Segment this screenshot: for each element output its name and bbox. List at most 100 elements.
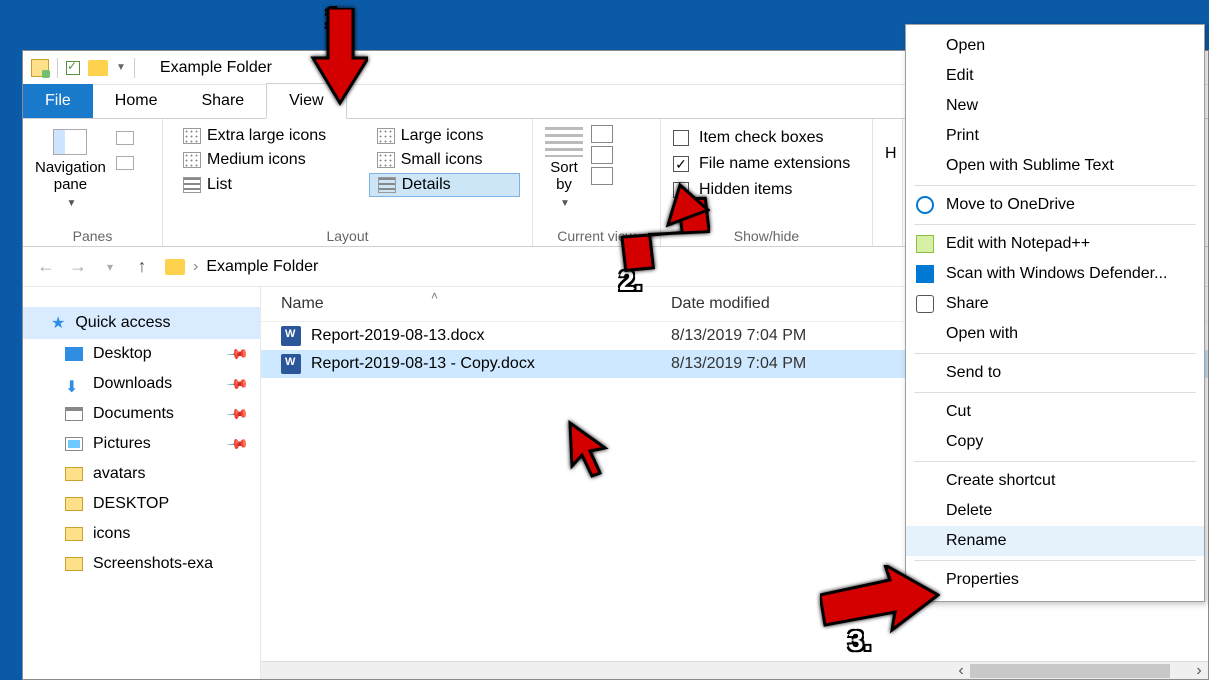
medium-icons-icon [183,152,201,168]
cloud-icon [916,196,934,214]
context-menu-item[interactable]: Move to OneDrive [906,190,1204,220]
sidebar-item[interactable]: Pictures📌 [23,429,260,459]
context-menu-item[interactable]: Open [906,31,1204,61]
context-menu-item[interactable]: Rename [906,526,1204,556]
annotation-arrow-1 [298,8,368,108]
sidebar-item[interactable]: Screenshots-exa [23,549,260,579]
np-icon [916,235,934,253]
back-button[interactable]: ← [37,258,55,276]
layout-large[interactable]: Large icons [369,125,520,147]
sidebar-item-label: avatars [93,465,145,483]
tab-file[interactable]: File [23,84,93,118]
sidebar-item-label: Downloads [93,375,172,393]
add-columns-icon[interactable] [591,146,613,164]
context-menu-item[interactable]: Share [906,289,1204,319]
tab-home[interactable]: Home [93,84,180,118]
preview-details-toggles[interactable] [116,125,134,175]
new-folder-icon[interactable] [88,60,108,76]
context-menu-item[interactable]: Open with Sublime Text [906,151,1204,181]
context-menu-separator [914,461,1196,462]
up-button[interactable]: ↑ [133,258,151,276]
share-icon [916,295,934,313]
context-menu-item[interactable]: New [906,91,1204,121]
sidebar-item[interactable]: DESKTOP [23,489,260,519]
pic-icon [65,437,83,451]
layout-list[interactable]: List [175,173,363,197]
scrollbar-thumb[interactable] [970,664,1170,678]
list-icon [183,177,201,193]
context-menu-item[interactable]: Copy [906,427,1204,457]
layout-small[interactable]: Small icons [369,149,520,171]
checkbox-item-checkboxes[interactable]: Item check boxes [673,129,860,147]
forward-button[interactable]: → [69,258,87,276]
breadcrumb[interactable]: Example Folder [206,258,318,276]
tab-share[interactable]: Share [179,84,266,118]
download-icon: ⬇ [65,377,83,391]
chevron-down-icon: ▼ [560,198,570,209]
checkbox-checked-icon [673,156,689,172]
sort-by-button[interactable]: Sort by▼ [545,125,583,210]
context-menu-item[interactable]: Print [906,121,1204,151]
star-icon: ★ [51,313,65,333]
context-menu-item[interactable]: Create shortcut [906,466,1204,496]
qat-dropdown-icon[interactable]: ▼ [116,62,126,73]
recent-locations-button[interactable]: ▾ [101,258,119,276]
group-by-icon[interactable] [591,125,613,143]
file-date: 8/13/2019 7:04 PM [671,355,806,373]
desktop-icon [65,347,83,361]
column-date[interactable]: Date modified [671,295,891,313]
file-name: Report-2019-08-13 - Copy.docx [311,355,671,373]
pin-icon: 📌 [225,402,249,426]
sidebar-quick-access[interactable]: ★ Quick access [23,307,260,339]
chevron-down-icon: ▼ [66,198,76,209]
sidebar-item[interactable]: Documents📌 [23,399,260,429]
column-name[interactable]: ˄ Name [281,295,671,313]
layout-extra-large[interactable]: Extra large icons [175,125,363,147]
pin-icon: 📌 [225,342,249,366]
options-stub: H [885,125,890,163]
scroll-left-icon[interactable]: ‹ [952,662,970,680]
fol-icon [65,467,83,481]
ribbon-group-layout: Extra large icons Large icons Medium ico… [163,119,533,246]
preview-pane-icon[interactable] [116,131,134,145]
small-icons-icon [377,152,395,168]
sidebar-item[interactable]: avatars [23,459,260,489]
ribbon-group-panes: Navigation pane ▼ Panes [23,119,163,246]
context-menu-item[interactable]: Scan with Windows Defender... [906,259,1204,289]
context-menu-item[interactable]: Cut [906,397,1204,427]
context-menu-item[interactable]: Open with [906,319,1204,349]
sidebar-item[interactable]: ⬇Downloads📌 [23,369,260,399]
word-doc-icon [281,326,301,346]
annotation-cursor-arrow [565,418,615,478]
sidebar-item-label: DESKTOP [93,495,169,513]
window-title: Example Folder [160,59,272,77]
details-pane-icon[interactable] [116,156,134,170]
layout-medium[interactable]: Medium icons [175,149,363,171]
horizontal-scrollbar[interactable]: ‹ › [261,661,1208,679]
scroll-right-icon[interactable]: › [1190,662,1208,680]
word-doc-icon [281,354,301,374]
layout-details[interactable]: Details [369,173,520,197]
address-bar[interactable]: › Example Folder [165,258,318,276]
sidebar-item[interactable]: Desktop 📌 [23,339,260,369]
context-menu-separator [914,224,1196,225]
context-menu-item[interactable]: Delete [906,496,1204,526]
sort-icon [545,127,583,157]
sidebar-item-label: Desktop [93,345,152,363]
details-icon [378,177,396,193]
context-menu-separator [914,392,1196,393]
navigation-pane-button[interactable]: Navigation pane ▼ [35,125,106,210]
context-menu-separator [914,185,1196,186]
context-menu-item[interactable]: Edit [906,61,1204,91]
xl-icons-icon [183,128,201,144]
checkbox-file-extensions[interactable]: File name extensions [673,155,860,173]
context-menu: OpenEditNewPrintOpen with Sublime Text Mo… [905,24,1205,602]
properties-icon[interactable] [66,61,80,75]
fol-icon [65,557,83,571]
group-label-layout: Layout [175,224,520,244]
context-menu-item[interactable]: Edit with Notepad++ [906,229,1204,259]
navigation-sidebar: ★ Quick access Desktop📌⬇Downloads📌Docume… [23,287,261,679]
sidebar-item[interactable]: icons [23,519,260,549]
context-menu-item[interactable]: Properties [906,565,1204,595]
context-menu-item[interactable]: Send to [906,358,1204,388]
